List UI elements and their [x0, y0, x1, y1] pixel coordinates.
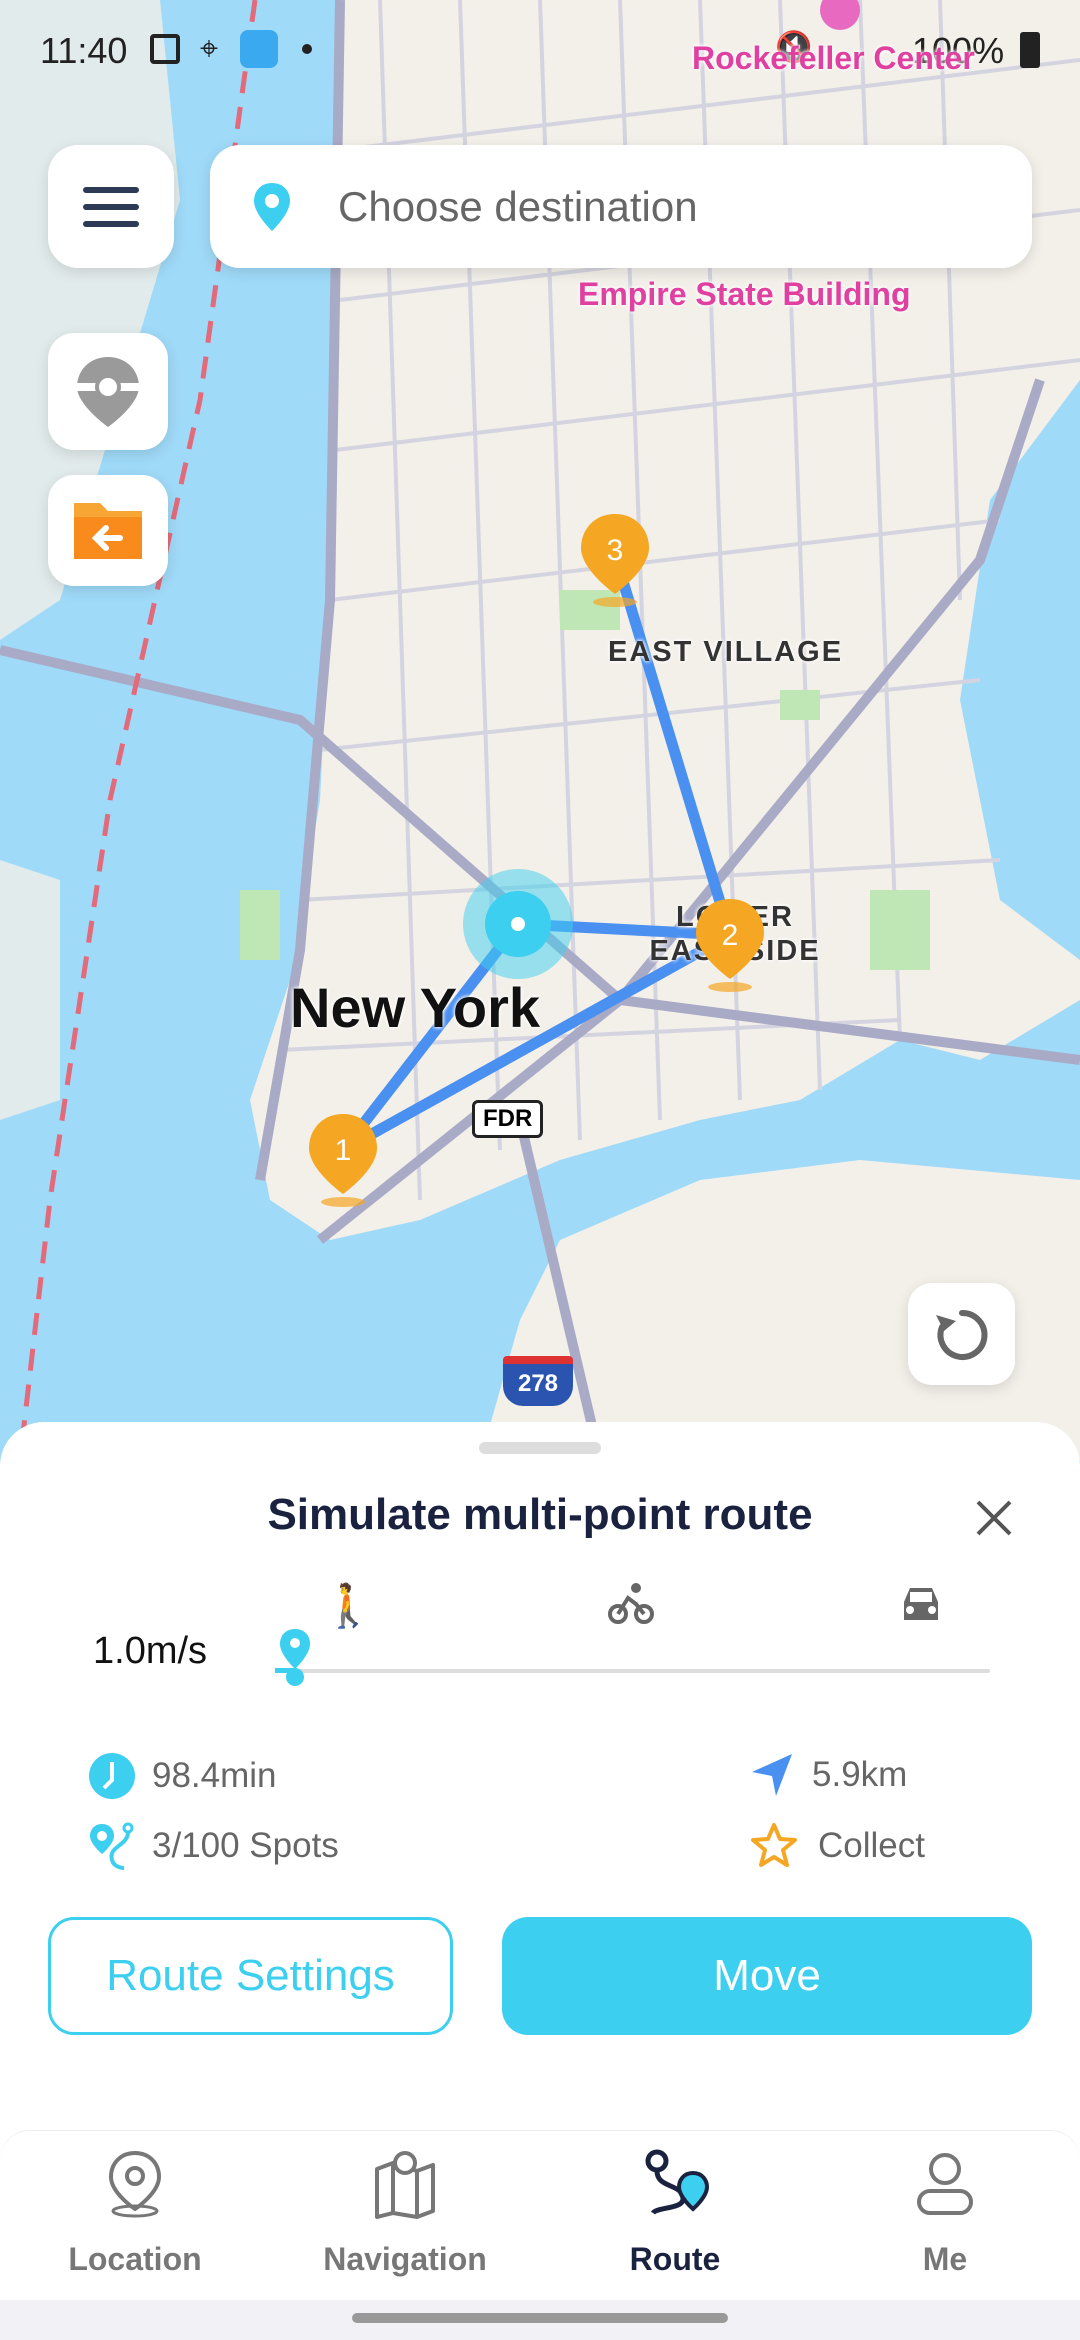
drag-handle[interactable]: [479, 1442, 601, 1454]
app-icon: [240, 30, 278, 68]
map-icon: [375, 2151, 435, 2219]
bike-icon[interactable]: [608, 1582, 654, 1626]
speed-value: 1.0m/s: [93, 1630, 208, 1672]
slider-thumb[interactable]: [278, 1627, 312, 1689]
refresh-icon: [936, 1309, 988, 1360]
star-icon: [751, 1823, 797, 1867]
saved-routes-button[interactable]: [48, 475, 168, 586]
pin-icon: [254, 183, 290, 231]
svg-text:1: 1: [335, 1134, 352, 1167]
route-point-marker-3[interactable]: 3: [577, 510, 653, 610]
interstate-badge: 278: [503, 1356, 573, 1406]
distance-stat: 5.9km: [750, 1752, 907, 1798]
current-location-marker: [463, 869, 573, 979]
route-point-marker-2[interactable]: 2: [692, 895, 768, 995]
duration-value: 98.4min: [152, 1756, 277, 1795]
home-indicator[interactable]: [352, 2313, 728, 2323]
speed-slider[interactable]: [290, 1669, 990, 1673]
nav-me[interactable]: Me: [810, 2131, 1080, 2301]
bottom-nav: Location Navigation Route Me: [0, 2130, 1080, 2300]
close-icon[interactable]: [974, 1498, 1014, 1538]
poi-label[interactable]: Empire State Building: [578, 276, 910, 313]
search-input[interactable]: Choose destination: [338, 183, 698, 231]
spots-stat: 3/100 Spots: [88, 1822, 339, 1870]
refresh-button[interactable]: [908, 1283, 1015, 1385]
dot-icon: [302, 44, 312, 54]
navigation-arrow-icon: [752, 1754, 792, 1796]
duration-stat: 98.4min: [88, 1752, 277, 1800]
area-label: EAST VILLAGE: [608, 636, 844, 668]
nav-label: Route: [629, 2241, 721, 2277]
pokeball-pin-icon: [77, 357, 139, 427]
location-icon: ⌖: [200, 30, 219, 66]
person-icon: [917, 2153, 973, 2215]
marker-number: 3: [607, 534, 624, 567]
nav-route[interactable]: Route: [540, 2131, 810, 2301]
destination-search[interactable]: Choose destination: [210, 145, 1032, 268]
distance-value: 5.9km: [812, 1755, 908, 1794]
route-spots-icon: [90, 1822, 134, 1870]
car-icon[interactable]: [898, 1584, 944, 1624]
route-icon: [645, 2149, 710, 2215]
nav-location[interactable]: Location: [0, 2131, 270, 2301]
spots-value: 3/100 Spots: [152, 1826, 339, 1865]
location-pin-icon: [108, 2150, 162, 2218]
battery-icon: [1020, 32, 1040, 68]
nav-label: Me: [922, 2241, 968, 2277]
city-label: New York: [290, 976, 541, 1039]
route-point-marker-1[interactable]: 1: [305, 1110, 381, 1210]
hamburger-icon: [83, 187, 139, 227]
svg-text:2: 2: [722, 919, 739, 952]
menu-button[interactable]: [48, 145, 174, 268]
nav-label: Location: [68, 2241, 202, 2277]
walk-icon[interactable]: 🚶: [322, 1582, 374, 1631]
clock: 11:40: [40, 30, 128, 71]
clock-icon: [89, 1753, 135, 1799]
collect-button[interactable]: Collect: [750, 1822, 925, 1870]
gallery-icon: [150, 34, 180, 64]
sheet-title: Simulate multi-point route: [267, 1490, 813, 1539]
poi-label[interactable]: Rockefeller Center: [692, 40, 975, 77]
road-badge: FDR: [472, 1100, 544, 1138]
move-button[interactable]: Move: [502, 1917, 1032, 2035]
pokestop-button[interactable]: [48, 333, 168, 450]
route-settings-button[interactable]: Route Settings: [48, 1917, 453, 2035]
folder-import-icon: [74, 503, 142, 559]
nav-navigation[interactable]: Navigation: [270, 2131, 540, 2301]
nav-label: Navigation: [323, 2241, 487, 2277]
collect-label: Collect: [818, 1826, 925, 1865]
